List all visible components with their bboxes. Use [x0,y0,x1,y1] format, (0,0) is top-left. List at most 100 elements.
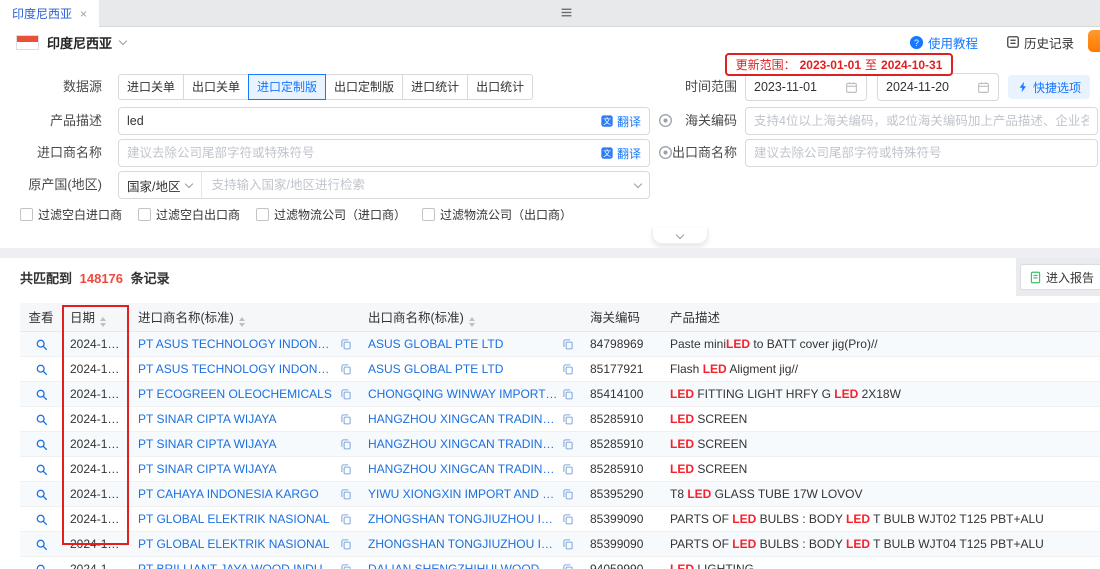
copy-icon[interactable] [562,438,574,450]
exporter-input[interactable] [745,139,1098,167]
importer-link[interactable]: PT CAHAYA INDONESIA KARGO [138,482,336,506]
view-cell[interactable] [20,481,62,506]
exporter-link[interactable]: YIWU XIONGXIN IMPORT AND EXPORT... [368,482,558,506]
date-from-input[interactable] [745,73,867,101]
translate-button[interactable]: 文 翻译 [600,145,641,162]
copy-icon[interactable] [562,363,574,375]
filter-checkbox-item[interactable]: 过滤空白进口商 [20,206,122,223]
importer-link[interactable]: PT GLOBAL ELEKTRIK NASIONAL [138,507,336,531]
exporter-link[interactable]: ASUS GLOBAL PTE LTD [368,332,558,356]
datasource-tab[interactable]: 进口统计 [402,74,468,100]
checkbox-icon[interactable] [422,208,435,221]
origin-select[interactable]: 国家/地区 [127,172,202,198]
promo-badge[interactable] [1088,30,1100,52]
date-to-input[interactable] [877,73,999,101]
view-detail-icon[interactable] [35,438,48,451]
sort-icon[interactable] [239,317,245,327]
view-cell[interactable] [20,531,62,556]
exporter-link[interactable]: ZHONGSHAN TONGJIUZHOU INTERNA... [368,532,558,556]
quick-options-button[interactable]: 快捷选项 [1008,75,1090,99]
exporter-link[interactable]: ZHONGSHAN TONGJIUZHOU INTERNA... [368,507,558,531]
view-detail-icon[interactable] [35,413,48,426]
copy-icon[interactable] [340,338,352,350]
copy-icon[interactable] [340,538,352,550]
view-detail-icon[interactable] [35,513,48,526]
importer-link[interactable]: PT BRILLIANT JAYA WOOD INDUSTRY [138,557,336,569]
view-cell[interactable] [20,381,62,406]
exporter-link[interactable]: CHONGQING WINWAY IMPORT AND E... [368,382,558,406]
exporter-value[interactable] [754,146,1089,160]
importer-link[interactable]: PT ECOGREEN OLEOCHEMICALS [138,382,336,406]
hs-code-input[interactable] [745,107,1098,135]
view-detail-icon[interactable] [35,538,48,551]
view-detail-icon[interactable] [35,388,48,401]
view-detail-icon[interactable] [35,563,48,569]
sort-icon[interactable] [100,317,106,327]
copy-icon[interactable] [340,463,352,475]
view-cell[interactable] [20,431,62,456]
copy-icon[interactable] [340,488,352,500]
view-cell[interactable] [20,406,62,431]
filter-checkbox-item[interactable]: 过滤物流公司（出口商） [422,206,572,223]
copy-icon[interactable] [340,363,352,375]
copy-icon[interactable] [562,538,574,550]
exporter-link[interactable]: DALIAN SHENGZHIHUI WOOD INDUST... [368,557,558,569]
copy-icon[interactable] [340,563,352,569]
column-header[interactable]: 出口商名称(标准) [360,303,582,331]
checkbox-icon[interactable] [138,208,151,221]
copy-icon[interactable] [340,438,352,450]
exporter-link[interactable]: HANGZHOU XINGCAN TRADING CO LTD [368,432,558,456]
datasource-tab[interactable]: 进口定制版 [248,74,326,100]
view-cell[interactable] [20,356,62,381]
copy-icon[interactable] [340,513,352,525]
view-cell[interactable] [20,331,62,356]
view-detail-icon[interactable] [35,463,48,476]
copy-icon[interactable] [562,413,574,425]
column-header[interactable]: 日期 [62,303,130,331]
datasource-tab[interactable]: 出口关单 [183,74,249,100]
view-cell[interactable] [20,506,62,531]
view-cell[interactable] [20,556,62,569]
checkbox-icon[interactable] [20,208,33,221]
importer-link[interactable]: PT SINAR CIPTA WIJAYA [138,407,336,431]
copy-icon[interactable] [340,388,352,400]
filter-checkbox-item[interactable]: 过滤空白出口商 [138,206,240,223]
hs-code-value[interactable] [754,114,1089,128]
copy-icon[interactable] [340,413,352,425]
collapse-panel-button[interactable] [652,228,708,244]
copy-icon[interactable] [562,513,574,525]
view-detail-icon[interactable] [35,338,48,351]
history-link[interactable]: 历史记录 [1006,33,1074,52]
exporter-link[interactable]: ASUS GLOBAL PTE LTD [368,357,558,381]
importer-input[interactable]: 文 翻译 [118,139,650,167]
view-detail-icon[interactable] [35,488,48,501]
copy-icon[interactable] [562,388,574,400]
view-detail-icon[interactable] [35,363,48,376]
datasource-tab[interactable]: 进口关单 [118,74,184,100]
importer-link[interactable]: PT ASUS TECHNOLOGY INDONESIA BA... [138,357,336,381]
exporter-link[interactable]: HANGZHOU XINGCAN TRADING CO LTD [368,407,558,431]
importer-link[interactable]: PT ASUS TECHNOLOGY INDONESIA BA... [138,332,336,356]
date-from-value[interactable] [754,80,845,94]
tutorial-link[interactable]: ? 使用教程 [909,33,978,52]
column-header[interactable]: 进口商名称(标准) [130,303,360,331]
datasource-tab[interactable]: 出口统计 [467,74,533,100]
checkbox-icon[interactable] [256,208,269,221]
importer-link[interactable]: PT SINAR CIPTA WIJAYA [138,457,336,481]
view-cell[interactable] [20,456,62,481]
exporter-link[interactable]: HANGZHOU XINGCAN TRADING CO LTD [368,457,558,481]
datasource-tab[interactable]: 出口定制版 [325,74,403,100]
copy-icon[interactable] [562,563,574,569]
importer-value[interactable] [127,146,600,160]
tab-close-icon[interactable]: × [80,7,87,21]
enter-report-button[interactable]: 进入报告 [1020,264,1100,290]
copy-icon[interactable] [562,488,574,500]
tab-indonesia[interactable]: 印度尼西亚 × [0,0,99,27]
country-picker[interactable]: 印度尼西亚 [16,27,126,57]
product-desc-input[interactable]: 文 翻译 [118,107,650,135]
copy-icon[interactable] [562,338,574,350]
tab-list-icon[interactable] [560,6,573,19]
copy-icon[interactable] [562,463,574,475]
importer-link[interactable]: PT SINAR CIPTA WIJAYA [138,432,336,456]
date-to-value[interactable] [886,80,977,94]
